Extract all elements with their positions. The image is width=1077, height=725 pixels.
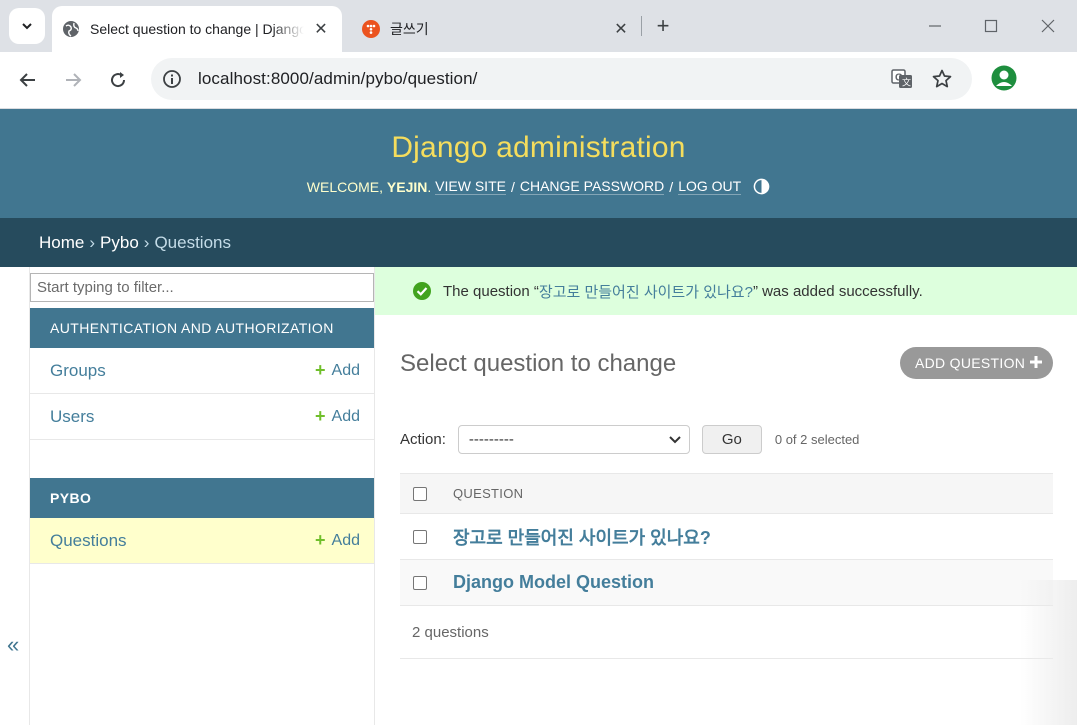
nav-sidebar: AUTHENTICATION AND AUTHORIZATION Groups … bbox=[30, 267, 375, 725]
back-icon[interactable] bbox=[12, 64, 44, 96]
new-tab-icon[interactable]: + bbox=[650, 13, 676, 39]
add-plus-icon: + bbox=[315, 406, 326, 426]
sidebar-item-groups[interactable]: Groups + Add bbox=[30, 348, 374, 394]
selection-counter: 0 of 2 selected bbox=[774, 431, 860, 447]
add-plus-icon: + bbox=[315, 360, 326, 380]
collapse-sidebar-icon[interactable]: « bbox=[7, 632, 19, 658]
table-row: 장고로 만들어진 사이트가 있나요? bbox=[400, 514, 1053, 560]
globe-icon bbox=[62, 20, 80, 38]
add-link[interactable]: + Add bbox=[315, 530, 374, 551]
sidebar-item-questions[interactable]: Questions + Add bbox=[30, 518, 374, 564]
question-link[interactable]: 장고로 만들어진 사이트가 있나요? bbox=[453, 524, 711, 550]
plus-icon bbox=[1030, 356, 1042, 368]
close-tab-icon[interactable]: ✕ bbox=[610, 18, 632, 40]
username: YEJIN bbox=[386, 178, 428, 195]
tab-title: 글쓰기 bbox=[390, 21, 429, 37]
tistory-icon bbox=[362, 20, 380, 38]
message-prefix: The question “ bbox=[443, 282, 539, 300]
url-text[interactable]: localhost:8000/admin/pybo/question/ bbox=[198, 69, 477, 89]
translate-icon[interactable]: G文 bbox=[890, 67, 914, 91]
tab-title: Select question to change | Django site … bbox=[90, 21, 304, 37]
change-password-link[interactable]: Change password bbox=[519, 178, 665, 195]
action-label: Action: bbox=[400, 430, 446, 448]
success-check-icon bbox=[413, 282, 431, 300]
model-link[interactable]: Groups bbox=[50, 361, 315, 381]
close-tab-icon[interactable]: ✕ bbox=[310, 18, 332, 40]
user-tools: WELCOME, YEJIN. View site / Change passw… bbox=[0, 178, 1077, 195]
breadcrumb-separator: › bbox=[143, 232, 150, 252]
site-info-icon[interactable] bbox=[161, 68, 183, 90]
action-selected-value: --------- bbox=[468, 430, 514, 448]
column-header-question[interactable]: QUESTION bbox=[453, 486, 523, 501]
go-button[interactable]: Go bbox=[701, 424, 762, 454]
add-link[interactable]: + Add bbox=[315, 406, 374, 427]
nav-filter-input[interactable] bbox=[30, 273, 374, 302]
django-header: Django administration WELCOME, YEJIN. Vi… bbox=[0, 109, 1077, 218]
bookmark-star-icon[interactable] bbox=[930, 67, 954, 91]
add-link[interactable]: + Add bbox=[315, 360, 374, 381]
message-object-link[interactable]: 장고로 만들어진 사이트가 있나요? bbox=[539, 281, 753, 302]
log-out-link[interactable]: Log out bbox=[678, 178, 742, 195]
minimize-icon[interactable] bbox=[920, 12, 950, 40]
select-all-checkbox[interactable] bbox=[413, 486, 427, 501]
svg-text:文: 文 bbox=[902, 77, 911, 89]
chevron-down-icon bbox=[669, 435, 681, 443]
tab-write[interactable]: 글쓰기 ✕ bbox=[352, 6, 642, 52]
success-message: The question “장고로 만들어진 사이트가 있나요?” was ad… bbox=[375, 267, 1077, 315]
forward-icon[interactable] bbox=[57, 64, 89, 96]
welcome-text: WELCOME, bbox=[306, 178, 384, 195]
chevron-down-icon bbox=[22, 23, 32, 30]
paginator: 2 questions bbox=[400, 606, 1053, 659]
action-select[interactable]: --------- bbox=[457, 424, 690, 454]
window-close-icon[interactable] bbox=[1033, 12, 1063, 40]
view-site-link[interactable]: View site bbox=[435, 178, 506, 195]
site-branding[interactable]: Django administration bbox=[0, 131, 1077, 165]
separator: / bbox=[510, 178, 515, 195]
question-link[interactable]: Django Model Question bbox=[453, 572, 654, 593]
app-caption-auth[interactable]: AUTHENTICATION AND AUTHORIZATION bbox=[30, 308, 374, 348]
screen-edge-shadow bbox=[1020, 580, 1077, 725]
address-bar[interactable]: localhost:8000/admin/pybo/question/ G文 bbox=[151, 58, 972, 100]
breadcrumb-current: Questions bbox=[154, 232, 231, 252]
breadcrumb-home[interactable]: Home bbox=[39, 233, 84, 253]
add-label: Add bbox=[331, 361, 360, 379]
breadcrumb-app[interactable]: Pybo bbox=[100, 233, 139, 253]
table-row: Django Model Question bbox=[400, 560, 1053, 606]
model-link[interactable]: Questions bbox=[50, 531, 315, 551]
table-header: QUESTION bbox=[400, 473, 1053, 514]
browser-tabstrip: Select question to change | Django site … bbox=[0, 0, 1077, 52]
model-link[interactable]: Users bbox=[50, 407, 315, 427]
tab-search-button[interactable] bbox=[9, 8, 45, 44]
sidebar-item-users[interactable]: Users + Add bbox=[30, 394, 374, 440]
add-label: Add bbox=[331, 407, 360, 425]
profile-avatar-icon[interactable] bbox=[991, 65, 1017, 91]
action-bar: Action: --------- Go 0 of 2 selected bbox=[400, 424, 859, 454]
separator: / bbox=[669, 178, 674, 195]
browser-toolbar: localhost:8000/admin/pybo/question/ G文 bbox=[0, 52, 1077, 139]
maximize-icon[interactable] bbox=[976, 12, 1006, 40]
breadcrumb: Home › Pybo › Questions bbox=[0, 218, 1077, 267]
message-suffix: ” was added successfully. bbox=[752, 282, 923, 300]
add-label: Add bbox=[331, 531, 360, 549]
tab-separator bbox=[641, 16, 642, 36]
sidebar-toggle[interactable]: « bbox=[0, 267, 30, 725]
result-list: QUESTION 장고로 만들어진 사이트가 있나요? Django Model… bbox=[400, 473, 1053, 659]
row-checkbox[interactable] bbox=[413, 529, 427, 544]
tab-django-admin[interactable]: Select question to change | Django site … bbox=[52, 6, 342, 52]
theme-toggle-icon[interactable] bbox=[753, 178, 770, 195]
page-title: Select question to change bbox=[400, 350, 677, 377]
row-checkbox[interactable] bbox=[413, 575, 427, 590]
period: . bbox=[427, 178, 436, 195]
add-question-button[interactable]: ADD QUESTION bbox=[900, 347, 1053, 379]
breadcrumb-separator: › bbox=[89, 232, 96, 252]
app-caption-pybo[interactable]: PYBO bbox=[30, 478, 374, 518]
add-plus-icon: + bbox=[315, 530, 326, 550]
reload-icon[interactable] bbox=[102, 64, 134, 96]
add-question-label: ADD QUESTION bbox=[915, 355, 1026, 371]
